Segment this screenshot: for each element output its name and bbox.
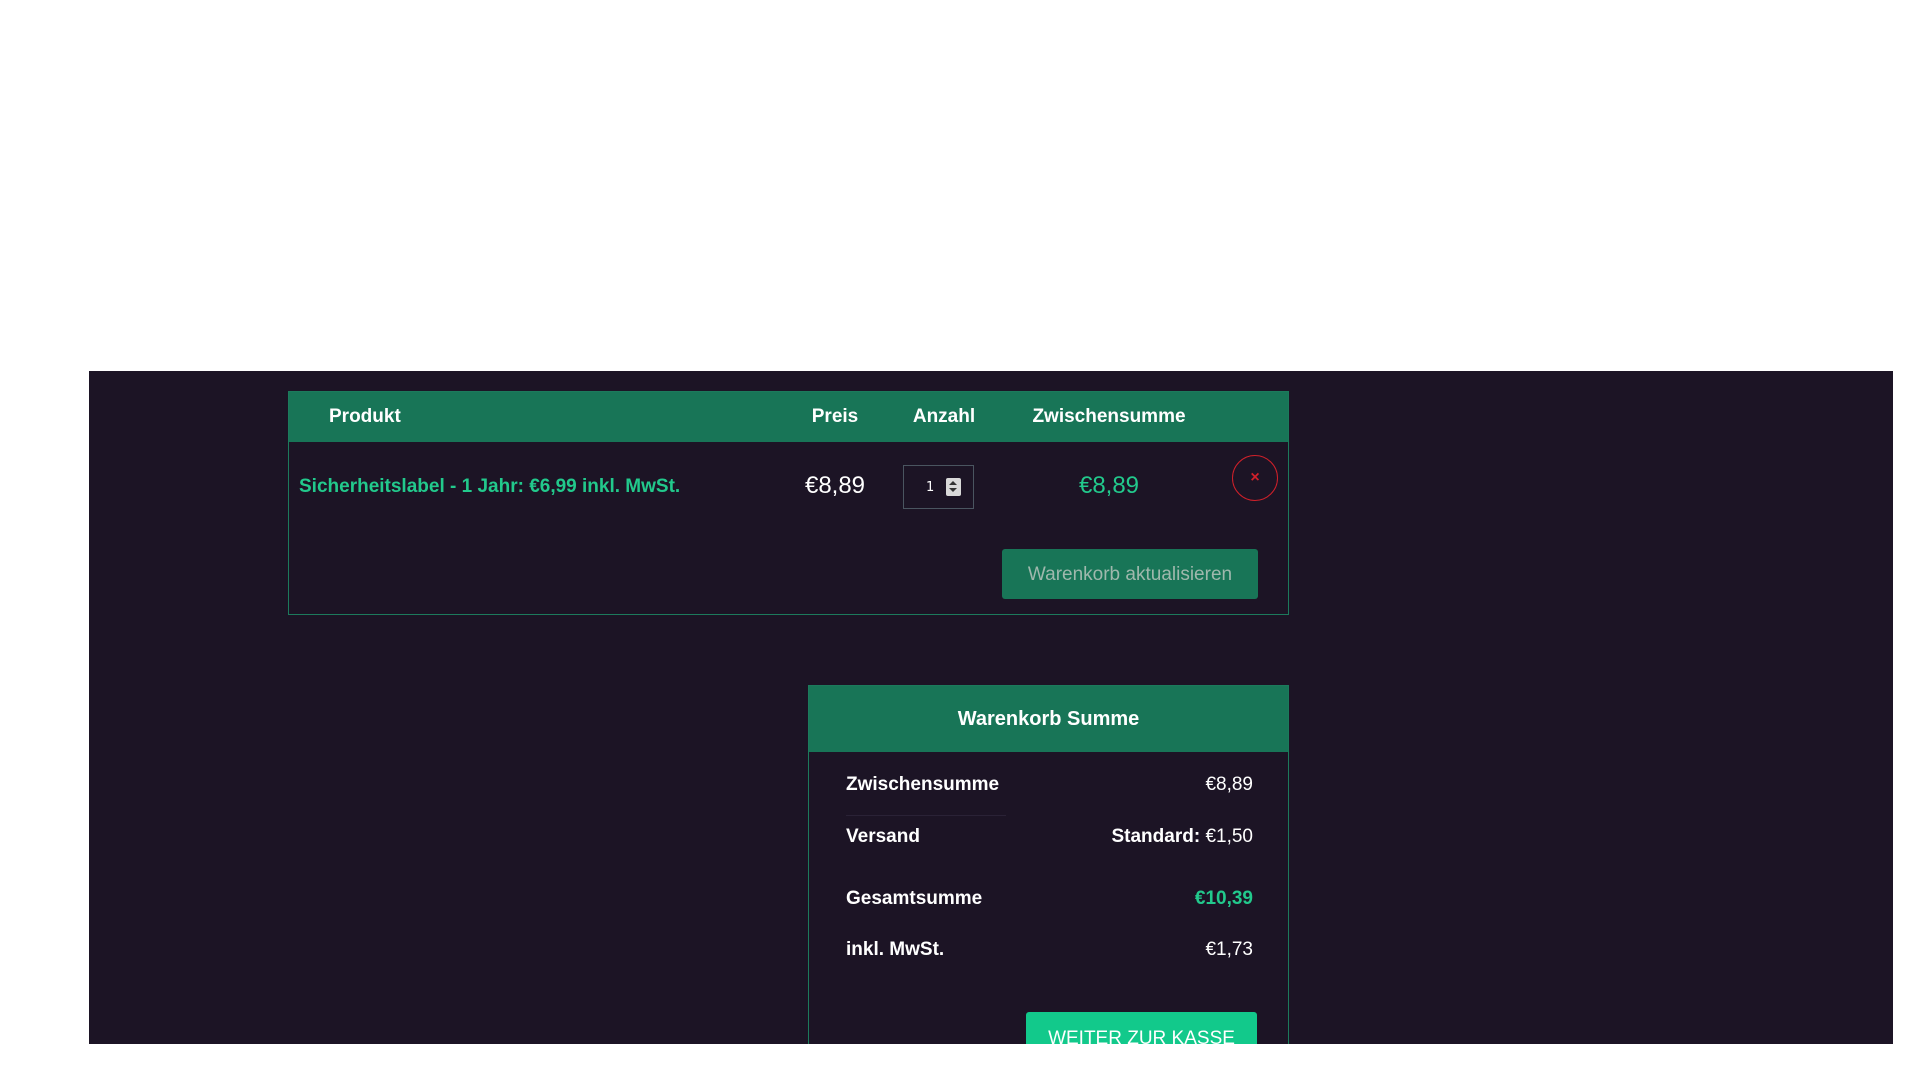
tax-value: €1,73 bbox=[1205, 939, 1253, 960]
quantity-value[interactable]: 1 bbox=[926, 480, 934, 495]
product-name-link[interactable]: Sicherheitslabel - 1 Jahr: €6,99 inkl. M… bbox=[299, 476, 680, 498]
total-label: Gesamtsumme bbox=[846, 888, 983, 909]
product-subtotal-value: €8,89 bbox=[1078, 472, 1140, 499]
total-value: €10,39 bbox=[1194, 888, 1253, 909]
spinner-arrows-icon[interactable] bbox=[946, 478, 961, 496]
header-product: Produkt bbox=[329, 406, 401, 427]
table-row: Sicherheitslabel - 1 Jahr: €6,99 inkl. M… bbox=[289, 442, 1288, 534]
product-price: €8,89 bbox=[804, 472, 866, 499]
totals-row-tax: inkl. MwSt. €1,73 bbox=[846, 935, 1253, 965]
cart-page-content: Produkt Preis Anzahl Zwischensumme Siche… bbox=[89, 371, 1893, 1044]
totals-row-shipping: Versand Standard: €1,50 bbox=[846, 822, 1253, 852]
cart-table: Produkt Preis Anzahl Zwischensumme Siche… bbox=[288, 391, 1289, 615]
cart-totals-title: Warenkorb Summe bbox=[809, 686, 1288, 752]
totals-row-total: Gesamtsumme €10,39 bbox=[846, 884, 1253, 914]
cart-table-header: Produkt Preis Anzahl Zwischensumme bbox=[289, 392, 1288, 442]
divider bbox=[846, 815, 1006, 816]
cart-totals: Warenkorb Summe Zwischensumme €8,89 Vers… bbox=[808, 685, 1289, 1044]
tax-label: inkl. MwSt. bbox=[846, 939, 945, 960]
header-quantity: Anzahl bbox=[912, 406, 976, 427]
shipping-value: €1,50 bbox=[1205, 826, 1253, 847]
close-icon[interactable]: × bbox=[1250, 469, 1259, 486]
remove-item-button[interactable]: × bbox=[1232, 455, 1278, 501]
update-cart-button[interactable]: Warenkorb aktualisieren bbox=[1002, 549, 1258, 599]
arrow-up-icon[interactable] bbox=[949, 481, 957, 485]
header-subtotal-label: Zwischensumme bbox=[1032, 406, 1186, 427]
shipping-label: Versand bbox=[846, 826, 920, 847]
page-top-area bbox=[0, 0, 1920, 371]
arrow-down-icon[interactable] bbox=[949, 488, 957, 492]
shipping-value-group: Standard: €1,50 bbox=[1111, 826, 1253, 848]
header-subtotal: Zwischensumme bbox=[1029, 406, 1279, 428]
subtotal-value: €8,89 bbox=[1205, 774, 1253, 795]
header-price: Preis bbox=[811, 406, 859, 427]
shipping-method: Standard: bbox=[1111, 826, 1201, 847]
subtotal-label: Zwischensumme bbox=[846, 774, 1000, 795]
quantity-stepper[interactable]: 1 bbox=[903, 465, 974, 509]
checkout-button[interactable]: WEITER ZUR KASSE bbox=[1026, 1012, 1257, 1044]
totals-row-subtotal: Zwischensumme €8,89 bbox=[846, 770, 1253, 800]
